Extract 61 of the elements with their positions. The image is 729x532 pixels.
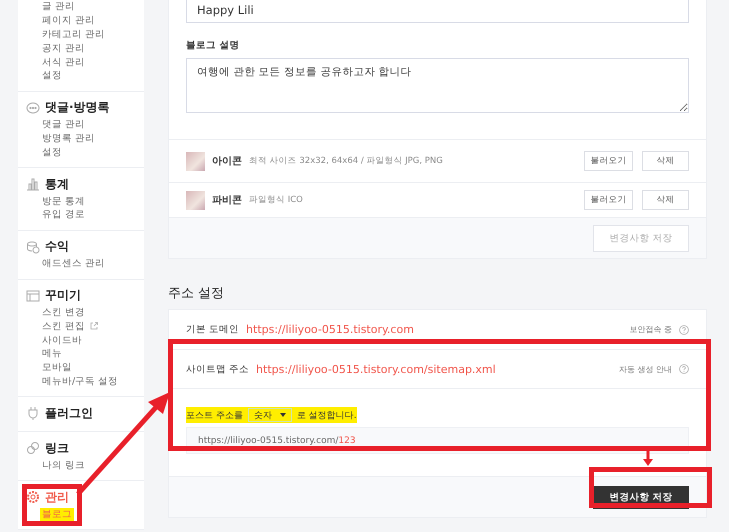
- sidebar-section-title[interactable]: 통계: [45, 176, 69, 193]
- sidebar-section-title[interactable]: 관리: [45, 488, 69, 506]
- blog-description-field[interactable]: 여행에 관한 모든 정보를 공유하고자 합니다: [186, 58, 689, 113]
- sidebar-item[interactable]: 서식 관리: [40, 56, 88, 69]
- sidebar-section-title[interactable]: 댓글·방명록: [45, 99, 110, 116]
- sidebar-item[interactable]: 방문 통계: [40, 194, 88, 208]
- sidebar-item[interactable]: 방명록 관리: [40, 132, 98, 145]
- sidebar-item[interactable]: 카테고리 관리: [40, 28, 108, 41]
- sidebar-item[interactable]: 나의 링크: [40, 458, 88, 472]
- caret-icon: [280, 413, 286, 417]
- image-label: 파비콘: [212, 194, 242, 207]
- sidebar-item[interactable]: 메뉴바/구독 설정: [40, 374, 120, 388]
- image-label: 아이콘: [212, 155, 242, 168]
- annotation-arrow: [643, 450, 653, 466]
- help-text: 자동 생성 안내: [618, 364, 672, 374]
- coins-icon: [26, 240, 40, 254]
- load-button[interactable]: 불러오기: [584, 190, 633, 210]
- load-button[interactable]: 불러오기: [584, 151, 633, 171]
- plug-icon: [26, 406, 40, 420]
- post-address-select[interactable]: 숫자: [248, 408, 292, 422]
- address-url[interactable]: https://liliyoo-0515.tistory.com: [246, 323, 622, 336]
- layout-icon: [26, 288, 40, 303]
- image-thumbnail: [186, 152, 205, 170]
- sidebar-item[interactable]: 스킨 편집: [40, 320, 88, 333]
- delete-button[interactable]: 삭제: [642, 151, 689, 171]
- help-icon[interactable]: [679, 324, 689, 334]
- sidebar-item[interactable]: 사이드바: [40, 334, 84, 347]
- sidebar-section-title[interactable]: 수익: [45, 238, 69, 256]
- sidebar-item[interactable]: 설정: [40, 146, 64, 159]
- delete-button[interactable]: 삭제: [642, 190, 689, 210]
- post-address-suffix: 로 설정합니다.: [296, 410, 357, 422]
- speech-bubble-icon: [26, 100, 40, 115]
- field-label: 블로그 설명: [186, 39, 240, 52]
- sidebar-section-title[interactable]: 플러그인: [45, 404, 93, 422]
- help-text: 보안접속 중: [629, 324, 672, 335]
- help-icon[interactable]: [679, 364, 689, 374]
- sidebar-item[interactable]: 모바일: [40, 361, 74, 374]
- sidebar-item[interactable]: 메뉴: [40, 347, 64, 360]
- image-hint: 최적 사이즈 32x32, 64x64 / 파일형식 JPG, PNG: [249, 155, 444, 167]
- link-icon: [26, 441, 40, 456]
- annotation-frame: [22, 484, 82, 526]
- bar-chart-icon: [26, 177, 40, 192]
- sidebar-section-title[interactable]: 링크: [45, 440, 69, 457]
- blog-name-field[interactable]: Happy Lili: [186, 0, 689, 23]
- sidebar-item[interactable]: 유입 경로: [40, 208, 88, 222]
- sidebar-item[interactable]: 댓글 관리: [40, 118, 88, 132]
- sidebar-item[interactable]: 공지 관리: [40, 42, 88, 55]
- sidebar-item[interactable]: 글 관리: [40, 0, 78, 14]
- section-heading: 주소 설정: [168, 285, 226, 302]
- sidebar-item[interactable]: 페이지 관리: [40, 14, 98, 28]
- gear-icon: [26, 490, 40, 504]
- image-hint: 파일형식 ICO: [249, 194, 304, 206]
- image-thumbnail: [186, 190, 205, 210]
- sidebar-section-title[interactable]: 꾸미기: [45, 287, 81, 304]
- address-url[interactable]: https://liliyoo-0515.tistory.com/sitemap.xml: [256, 362, 612, 376]
- sidebar-item[interactable]: 애드센스 관리: [40, 257, 108, 270]
- address-label: 기본 도메인: [186, 323, 240, 336]
- address-label: 사이트맵 주소: [186, 362, 250, 376]
- sidebar-item[interactable]: 스킨 변경: [40, 306, 88, 319]
- sidebar-item[interactable]: 설정: [40, 69, 64, 82]
- post-address-prefix: 포스트 주소를: [186, 410, 243, 422]
